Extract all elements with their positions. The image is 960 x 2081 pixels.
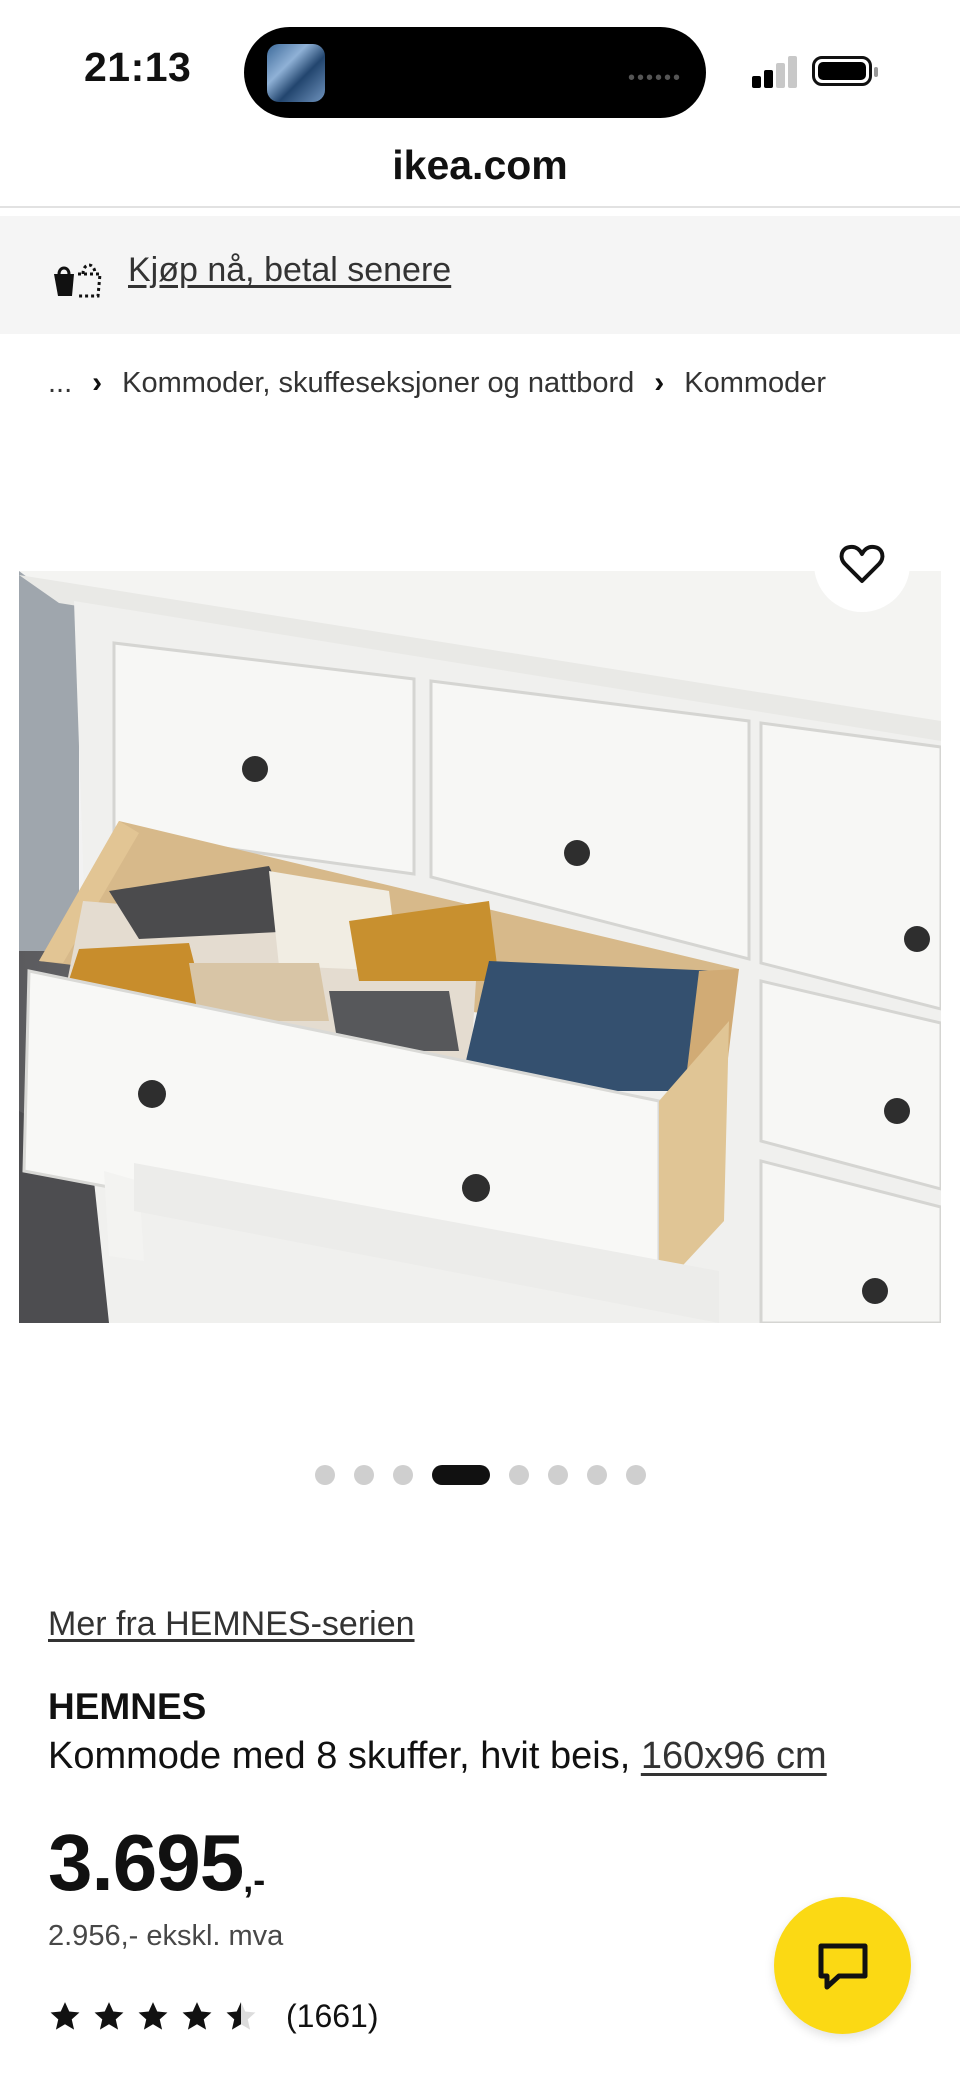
breadcrumb-item-dressers-category[interactable]: Kommoder, skuffeseksjoner og nattbord	[122, 367, 634, 400]
chevron-right-icon: ›	[654, 366, 665, 399]
star-half-icon	[226, 2002, 256, 2030]
status-time: 21:13	[84, 44, 192, 90]
battery-icon	[812, 56, 878, 86]
cellular-signal-icon	[752, 56, 798, 88]
status-bar: 21:13 ••••••	[0, 0, 960, 140]
promo-banner: Kjøp nå, betal senere	[0, 216, 960, 334]
product-image[interactable]	[19, 571, 941, 1323]
product-price: 3.695 ,-	[48, 1818, 265, 1908]
chat-button[interactable]	[774, 1897, 911, 2034]
dresser-illustration	[19, 571, 941, 1323]
pager-dot[interactable]	[392, 1465, 413, 1485]
review-count[interactable]: (1661)	[286, 1998, 379, 2035]
dynamic-island[interactable]: ••••••	[244, 27, 706, 118]
url-text[interactable]: ikea.com	[392, 142, 568, 188]
price-suffix: ,-	[243, 1859, 266, 1900]
chat-bubble-icon	[818, 1943, 867, 1989]
breadcrumb-item-dressers[interactable]: Kommoder	[684, 367, 826, 400]
image-pager	[0, 1465, 960, 1485]
star-filled-icon	[182, 2002, 212, 2030]
pager-dot[interactable]	[625, 1465, 646, 1485]
pager-dot[interactable]	[508, 1465, 529, 1485]
star-filled-icon	[50, 2002, 80, 2030]
price-excluding-vat: 2.956,- ekskl. mva	[48, 1920, 284, 1952]
island-activity-icon: ••••••	[627, 67, 682, 89]
breadcrumb-ellipsis[interactable]: ...	[48, 367, 72, 400]
now-playing-thumbnail[interactable]	[267, 44, 325, 102]
rating-stars	[48, 2000, 258, 2033]
price-amount: 3.695	[48, 1818, 244, 1907]
pager-dot[interactable]	[586, 1465, 607, 1485]
heart-icon	[839, 544, 885, 583]
pager-dot[interactable]	[547, 1465, 568, 1485]
breadcrumb: ... › Kommoder, skuffeseksjoner og nattb…	[48, 366, 826, 400]
product-name: HEMNES	[48, 1686, 207, 1727]
series-link[interactable]: Mer fra HEMNES-serien	[48, 1605, 415, 1644]
address-bar[interactable]: ikea.com	[0, 140, 960, 208]
shopping-bag-installments-icon	[54, 263, 102, 298]
star-filled-icon	[138, 2002, 168, 2030]
add-to-favourites-button[interactable]	[814, 516, 910, 612]
product-description: Kommode med 8 skuffer, hvit beis, 160x96…	[48, 1735, 827, 1778]
pager-dot[interactable]	[353, 1465, 374, 1485]
chevron-right-icon: ›	[92, 366, 103, 399]
buy-now-pay-later-link[interactable]: Kjøp nå, betal senere	[128, 251, 451, 290]
pager-dot[interactable]	[314, 1465, 335, 1485]
product-size-link[interactable]: 160x96 cm	[641, 1735, 827, 1777]
product-rating[interactable]: (1661)	[48, 1998, 379, 2035]
pager-dot-active[interactable]	[431, 1465, 490, 1485]
star-filled-icon	[94, 2002, 124, 2030]
product-description-text: Kommode med 8 skuffer, hvit beis,	[48, 1735, 641, 1777]
